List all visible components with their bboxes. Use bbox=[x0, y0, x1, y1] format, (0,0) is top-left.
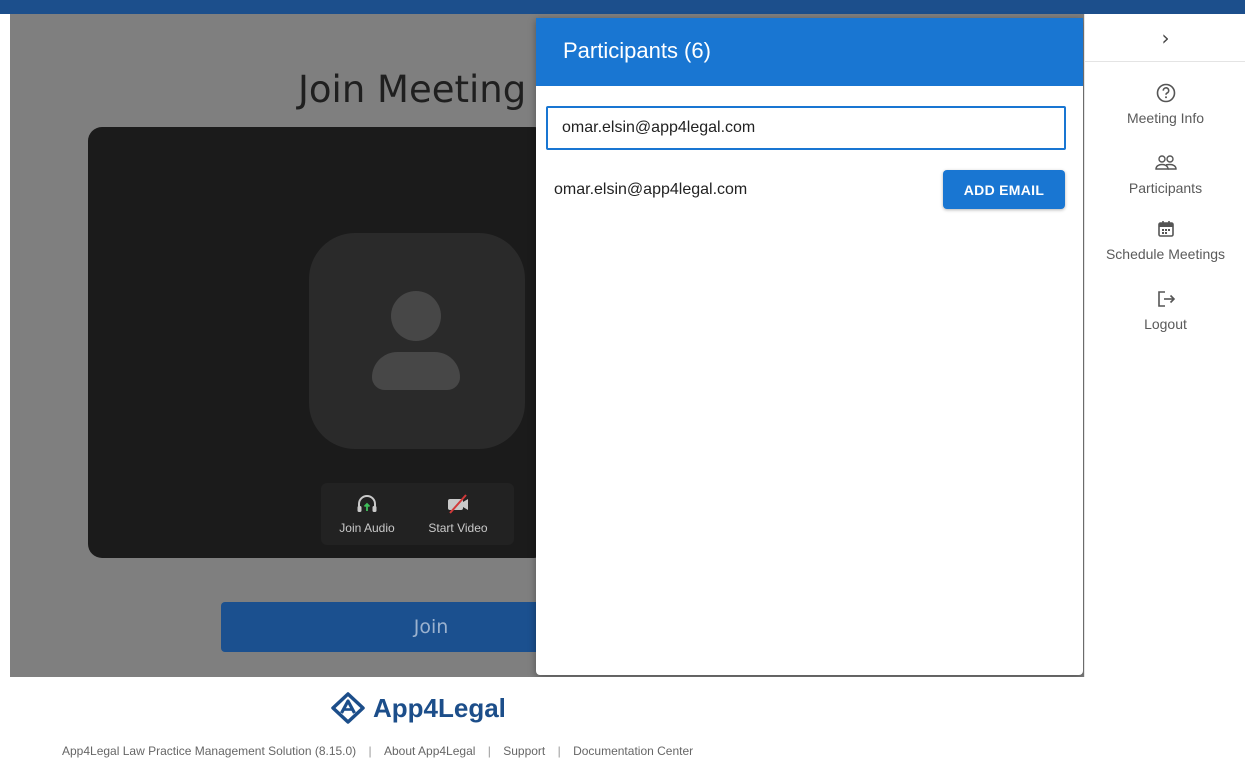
footer-link-about[interactable]: About App4Legal bbox=[384, 744, 475, 758]
add-email-button[interactable]: ADD EMAIL bbox=[943, 170, 1065, 209]
suggestion-email: omar.elsin@app4legal.com bbox=[554, 181, 748, 198]
app4legal-logo-icon bbox=[331, 692, 365, 724]
sidebar-item-logout[interactable]: Logout bbox=[1085, 288, 1245, 332]
sidebar-item-label: Participants bbox=[1128, 180, 1203, 196]
avatar-body bbox=[372, 352, 460, 390]
collapse-sidebar-button[interactable]: › bbox=[1085, 14, 1245, 62]
top-bar bbox=[0, 0, 1245, 14]
footer-link-documentation[interactable]: Documentation Center bbox=[573, 744, 693, 758]
video-off-icon bbox=[418, 491, 498, 517]
email-suggestion-row[interactable]: omar.elsin@app4legal.com ADD EMAIL bbox=[536, 164, 1083, 216]
video-preview: Join Audio Start Video bbox=[88, 127, 548, 558]
join-audio-label: Join Audio bbox=[339, 521, 395, 535]
avatar-head bbox=[391, 291, 441, 341]
avatar bbox=[309, 233, 525, 449]
start-video-button[interactable]: Start Video bbox=[418, 491, 498, 541]
chevron-right-icon: › bbox=[1161, 26, 1170, 50]
footer-link-product[interactable]: App4Legal Law Practice Management Soluti… bbox=[62, 744, 356, 758]
sidebar-item-label: Meeting Info bbox=[1126, 110, 1205, 126]
app4legal-logo[interactable]: App4Legal bbox=[329, 691, 506, 725]
footer-links: App4Legal Law Practice Management Soluti… bbox=[62, 744, 693, 758]
sidebar-item-participants[interactable]: Participants bbox=[1085, 152, 1245, 196]
join-audio-button[interactable]: Join Audio bbox=[327, 491, 407, 541]
footer-separator: | bbox=[487, 744, 491, 758]
headphones-icon bbox=[327, 491, 407, 517]
right-sidebar: › Meeting Info Participants Schedule Mee… bbox=[1084, 14, 1245, 677]
footer-link-support[interactable]: Support bbox=[503, 744, 545, 758]
calendar-icon bbox=[1085, 218, 1245, 244]
av-controls: Join Audio Start Video bbox=[321, 483, 514, 545]
footer-separator: | bbox=[368, 744, 372, 758]
sidebar-item-schedule-meetings[interactable]: Schedule Meetings bbox=[1085, 218, 1245, 262]
participants-panel: Participants (6) omar.elsin@app4legal.co… bbox=[536, 18, 1083, 675]
panel-header: Participants (6) bbox=[536, 18, 1083, 86]
page-title: Join Meeting bbox=[298, 68, 527, 111]
people-icon bbox=[1085, 152, 1245, 178]
help-circle-icon bbox=[1085, 82, 1245, 108]
sidebar-item-label: Schedule Meetings bbox=[1105, 246, 1226, 262]
logout-icon bbox=[1085, 288, 1245, 314]
start-video-label: Start Video bbox=[428, 521, 488, 535]
email-input[interactable] bbox=[546, 106, 1066, 150]
sidebar-item-label: Logout bbox=[1144, 316, 1187, 332]
footer-separator: | bbox=[557, 744, 561, 758]
footer: App4Legal App4Legal Law Practice Managem… bbox=[0, 677, 1245, 773]
logo-text: App4Legal bbox=[373, 693, 506, 723]
sidebar-item-meeting-info[interactable]: Meeting Info bbox=[1085, 82, 1245, 126]
